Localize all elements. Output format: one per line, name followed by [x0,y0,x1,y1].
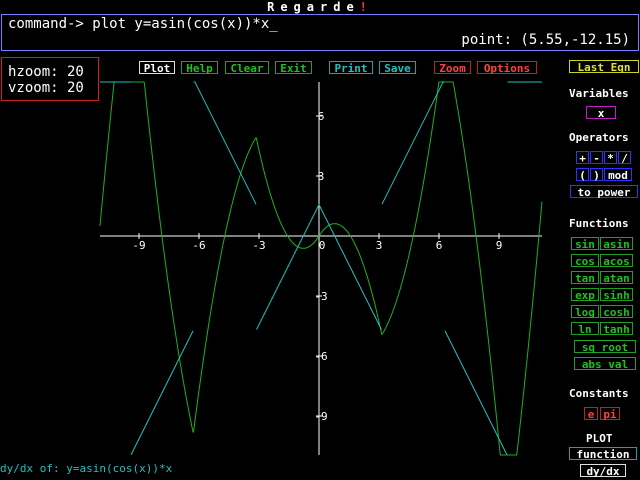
constants-heading: Constants [569,387,629,400]
clear-button[interactable]: Clear [225,61,269,75]
op-plus-button[interactable]: + [576,151,589,165]
asin-button[interactable]: asin [600,237,633,251]
tan-button[interactable]: tan [571,271,599,285]
x-tick-label: -3 [252,239,265,252]
variable-x-button[interactable]: x [586,106,616,120]
options-button[interactable]: Options [477,61,537,75]
sinh-button[interactable]: sinh [600,288,633,302]
x-tick-label: 6 [436,239,443,252]
sq-root-button[interactable]: sq root [574,340,636,354]
graph-canvas[interactable]: -9 -6 -3 0 3 6 9 6 3 -3 -6 -9 [0,0,640,480]
log-button[interactable]: log [571,305,599,319]
x-tick-label: -6 [192,239,205,252]
x-tick-label: 9 [496,239,503,252]
tanh-button[interactable]: tanh [600,322,633,336]
const-pi-button[interactable]: pi [600,407,620,421]
op-divide-button[interactable]: / [618,151,631,165]
op-multiply-button[interactable]: * [604,151,617,165]
const-e-button[interactable]: e [584,407,598,421]
x-tick-label: 3 [376,239,383,252]
function-curve [99,81,543,456]
acos-button[interactable]: acos [600,254,633,268]
op-minus-button[interactable]: - [590,151,603,165]
abs-val-button[interactable]: abs val [574,357,636,371]
y-tick-label: 6 [318,110,325,123]
y-tick-label: -6 [314,350,327,363]
operators-heading: Operators [569,131,629,144]
cos-button[interactable]: cos [571,254,599,268]
last-eqn-button[interactable]: Last Eqn [569,60,639,74]
cosh-button[interactable]: cosh [600,305,633,319]
plot-function-button[interactable]: function [569,447,637,461]
plot-button[interactable]: Plot [139,61,175,75]
y-tick-label: 3 [318,170,325,183]
zoom-button[interactable]: Zoom [434,61,471,75]
close-paren-button[interactable]: ) [590,168,603,182]
to-power-button[interactable]: to power [570,185,638,199]
atan-button[interactable]: atan [600,271,633,285]
help-button[interactable]: Help [181,61,218,75]
y-tick-label: -9 [314,410,327,423]
open-paren-button[interactable]: ( [576,168,589,182]
mod-button[interactable]: mod [604,168,632,182]
exit-button[interactable]: Exit [275,61,312,75]
ln-button[interactable]: ln [571,322,599,336]
status-footer: dy/dx of: y=asin(cos(x))*x [0,462,173,475]
x-tick-label: -9 [132,239,145,252]
variables-heading: Variables [569,87,629,100]
y-tick-label: -3 [314,290,327,303]
functions-heading: Functions [569,217,629,230]
x-tick-label: 0 [319,239,326,252]
exp-button[interactable]: exp [571,288,599,302]
plot-heading: PLOT [586,432,613,445]
save-button[interactable]: Save [379,61,416,75]
print-button[interactable]: Print [329,61,373,75]
sin-button[interactable]: sin [571,237,599,251]
plot-dydx-button[interactable]: dy/dx [580,464,626,478]
